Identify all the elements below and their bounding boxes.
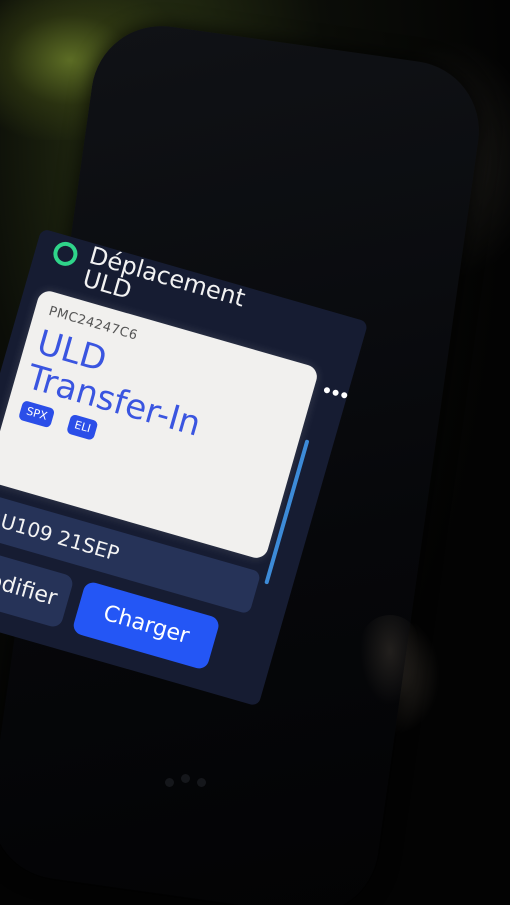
tag-spx: SPX — [18, 399, 56, 429]
hand-finger — [360, 615, 420, 705]
card-title-subline: Transfer-In — [22, 357, 206, 445]
status-ring-icon — [50, 239, 81, 269]
tag-eli: ELI — [66, 413, 99, 441]
device-sensor-dots — [165, 770, 225, 792]
photo-scene: Déplacement ULD PMC24247C6 ULD Transfer-… — [0, 0, 510, 905]
